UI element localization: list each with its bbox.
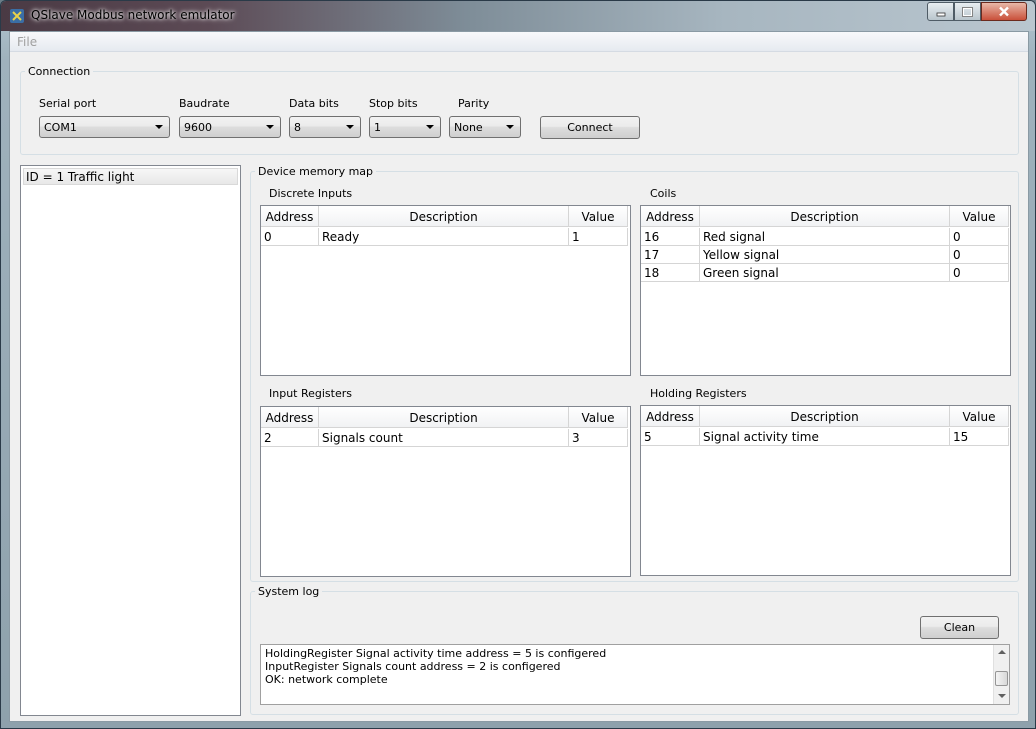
- app-icon: [10, 9, 24, 23]
- close-icon: [999, 6, 1009, 17]
- minimize-button[interactable]: [927, 2, 954, 21]
- table-header: Address Description Value: [261, 407, 628, 428]
- chevron-down-icon: [346, 125, 354, 129]
- column-description[interactable]: Description: [700, 406, 950, 427]
- baudrate-value: 9600: [184, 121, 212, 134]
- table-row[interactable]: 2 Signals count 3: [261, 429, 628, 447]
- stop-bits-label: Stop bits: [369, 97, 418, 110]
- cell-address[interactable]: 16: [641, 228, 700, 246]
- coils-title: Coils: [650, 187, 677, 200]
- column-value[interactable]: Value: [569, 206, 628, 227]
- chevron-down-icon: [266, 125, 274, 129]
- device-list-item[interactable]: ID = 1 Traffic light: [23, 168, 238, 185]
- data-bits-label: Data bits: [289, 97, 339, 110]
- system-log-text[interactable]: HoldingRegister Signal activity time add…: [260, 644, 1010, 705]
- column-address[interactable]: Address: [641, 206, 700, 227]
- table-row[interactable]: 18 Green signal 0: [641, 264, 1009, 282]
- cell-description[interactable]: Yellow signal: [700, 246, 950, 264]
- scroll-down-icon[interactable]: [998, 694, 1006, 698]
- clean-button[interactable]: Clean: [920, 616, 999, 639]
- serial-port-label: Serial port: [39, 97, 97, 110]
- column-value[interactable]: Value: [950, 406, 1009, 427]
- close-button[interactable]: [981, 2, 1027, 21]
- cell-address[interactable]: 0: [261, 228, 319, 246]
- discrete-inputs-title: Discrete Inputs: [269, 187, 353, 200]
- cell-address[interactable]: 18: [641, 264, 700, 282]
- baudrate-select[interactable]: 9600: [179, 116, 281, 138]
- window-title: QSlave Modbus network emulator: [31, 8, 235, 22]
- scroll-up-icon[interactable]: [998, 650, 1006, 654]
- cell-value[interactable]: 0: [950, 264, 1009, 282]
- cell-value[interactable]: 1: [569, 228, 628, 246]
- connection-group: [20, 71, 1019, 155]
- discrete-inputs-table[interactable]: Address Description Value 0 Ready 1: [260, 205, 631, 376]
- cell-description[interactable]: Red signal: [700, 228, 950, 246]
- column-description[interactable]: Description: [700, 206, 950, 227]
- maximize-icon: [962, 6, 973, 17]
- serial-port-value: COM1: [44, 121, 77, 134]
- serial-port-select[interactable]: COM1: [39, 116, 170, 138]
- stop-bits-value: 1: [374, 121, 381, 134]
- cell-value[interactable]: 15: [950, 428, 1009, 446]
- table-row[interactable]: 0 Ready 1: [261, 228, 628, 246]
- cell-value[interactable]: 3: [569, 429, 628, 447]
- column-description[interactable]: Description: [319, 407, 569, 428]
- table-row[interactable]: 16 Red signal 0: [641, 228, 1009, 246]
- cell-address[interactable]: 2: [261, 429, 319, 447]
- column-description[interactable]: Description: [319, 206, 569, 227]
- connect-button[interactable]: Connect: [540, 116, 640, 139]
- table-header: Address Description Value: [641, 406, 1009, 427]
- log-scrollbar[interactable]: [993, 645, 1009, 704]
- scroll-thumb[interactable]: [995, 671, 1008, 686]
- memory-map-title: Device memory map: [255, 165, 377, 178]
- menu-file[interactable]: File: [17, 35, 37, 49]
- table-row[interactable]: 17 Yellow signal 0: [641, 246, 1009, 264]
- connection-title: Connection: [25, 65, 94, 78]
- log-line: InputRegister Signals count address = 2 …: [265, 660, 561, 673]
- data-bits-select[interactable]: 8: [289, 116, 361, 138]
- cell-address[interactable]: 17: [641, 246, 700, 264]
- input-registers-title: Input Registers: [269, 387, 352, 400]
- column-value[interactable]: Value: [569, 407, 628, 428]
- parity-value: None: [454, 121, 483, 134]
- column-address[interactable]: Address: [261, 407, 319, 428]
- cell-value[interactable]: 0: [950, 246, 1009, 264]
- chevron-down-icon: [426, 125, 434, 129]
- cell-value[interactable]: 0: [950, 228, 1009, 246]
- holding-registers-title: Holding Registers: [650, 387, 747, 400]
- cell-address[interactable]: 5: [641, 428, 700, 446]
- app-window: QSlave Modbus network emulator File Conn…: [0, 0, 1036, 729]
- cell-description[interactable]: Signals count: [319, 429, 569, 447]
- column-address[interactable]: Address: [641, 406, 700, 427]
- chevron-down-icon: [506, 125, 514, 129]
- table-header: Address Description Value: [641, 206, 1009, 227]
- log-line: OK: network complete: [265, 673, 388, 686]
- parity-select[interactable]: None: [449, 116, 521, 138]
- cell-description[interactable]: Signal activity time: [700, 428, 950, 446]
- coils-table[interactable]: Address Description Value 16 Red signal …: [640, 205, 1011, 376]
- parity-label: Parity: [458, 97, 490, 110]
- table-row[interactable]: 5 Signal activity time 15: [641, 428, 1009, 446]
- column-address[interactable]: Address: [261, 206, 319, 227]
- main-window-client: File Connection Serial port COM1 Baudrat…: [9, 31, 1029, 722]
- column-value[interactable]: Value: [950, 206, 1009, 227]
- minimize-icon: [936, 12, 945, 16]
- data-bits-value: 8: [294, 121, 301, 134]
- title-bar[interactable]: QSlave Modbus network emulator: [1, 1, 1035, 31]
- system-log-title: System log: [255, 585, 323, 598]
- cell-description[interactable]: Green signal: [700, 264, 950, 282]
- baudrate-label: Baudrate: [179, 97, 230, 110]
- chevron-down-icon: [155, 125, 163, 129]
- holding-registers-table[interactable]: Address Description Value 5 Signal activ…: [640, 405, 1011, 576]
- stop-bits-select[interactable]: 1: [369, 116, 441, 138]
- device-list[interactable]: ID = 1 Traffic light: [20, 165, 241, 716]
- maximize-button[interactable]: [954, 2, 981, 21]
- input-registers-table[interactable]: Address Description Value 2 Signals coun…: [260, 406, 631, 577]
- cell-description[interactable]: Ready: [319, 228, 569, 246]
- menu-bar: File: [10, 32, 1028, 52]
- log-line: HoldingRegister Signal activity time add…: [265, 647, 607, 660]
- table-header: Address Description Value: [261, 206, 628, 227]
